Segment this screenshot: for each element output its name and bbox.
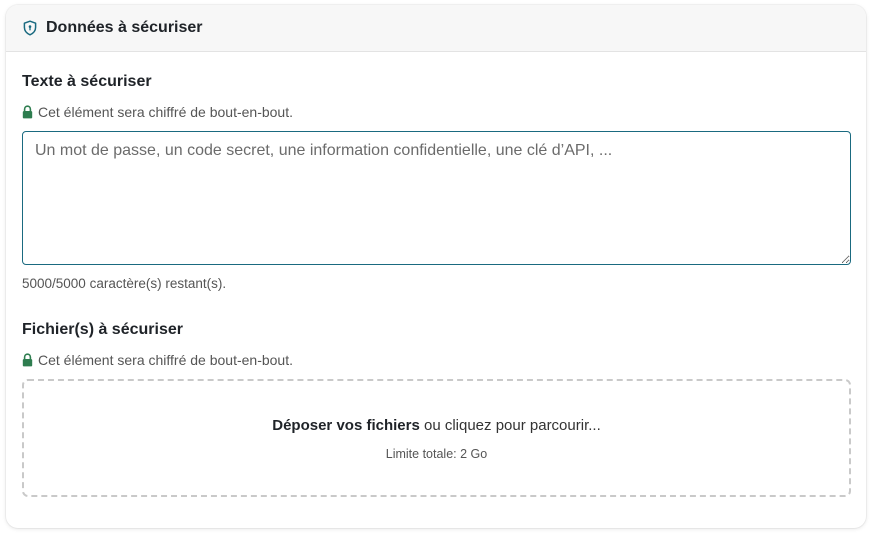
dropzone-instructions: Déposer vos fichiers ou cliquez pour par… (272, 417, 601, 434)
lock-icon (22, 353, 33, 367)
file-section-title: Fichier(s) à sécuriser (22, 321, 183, 338)
card-header: Données à sécuriser (6, 5, 866, 52)
dropzone-bold-label: Déposer vos fichiers (272, 417, 420, 434)
character-counter: 5000/5000 caractère(s) restant(s). (22, 276, 227, 291)
text-encryption-note-label: Cet élément sera chiffré de bout-en-bout… (38, 104, 294, 120)
secret-text-input[interactable] (22, 131, 851, 265)
file-dropzone[interactable]: Déposer vos fichiers ou cliquez pour par… (22, 379, 851, 497)
dropzone-size-limit: Limite totale: 2 Go (385, 447, 488, 461)
dropzone-rest-label: ou cliquez pour parcourir... (419, 417, 601, 434)
file-encryption-note-label: Cet élément sera chiffré de bout-en-bout… (38, 352, 294, 368)
file-encryption-note: Cet élément sera chiffré de bout-en-bout… (22, 352, 293, 368)
secret-text-wrapper (22, 131, 851, 265)
card-title: Données à sécuriser (46, 19, 203, 36)
secure-data-card: Données à sécuriser Texte à sécuriser Ce… (6, 5, 866, 528)
shield-icon (22, 20, 38, 36)
text-section-title: Texte à sécuriser (22, 73, 152, 90)
lock-icon (22, 105, 33, 119)
text-encryption-note: Cet élément sera chiffré de bout-en-bout… (22, 104, 293, 120)
